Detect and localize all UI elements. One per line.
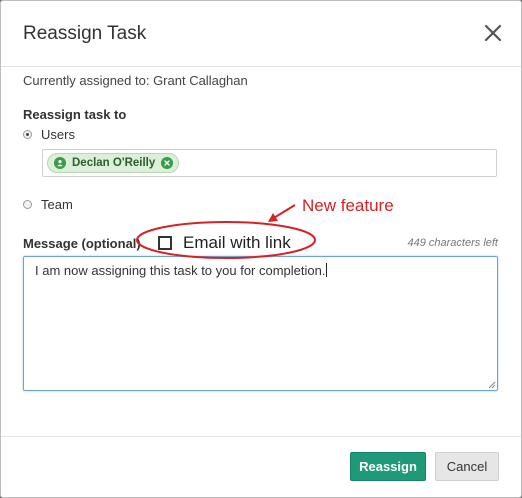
user-select-input[interactable]: Declan O'Reilly (42, 149, 497, 177)
text-caret (326, 263, 328, 277)
selected-user-tag: Declan O'Reilly (47, 153, 180, 173)
reassign-task-dialog: Reassign Task Currently assigned to: Gra… (0, 0, 522, 498)
users-radio-label: Users (41, 127, 75, 142)
radio-team[interactable]: Team (23, 197, 73, 212)
remove-user-icon[interactable] (161, 157, 174, 169)
reassign-button[interactable]: Reassign (350, 452, 426, 481)
message-text-wrapper: I am now assigning this task to you for … (35, 263, 328, 278)
dialog-footer: Reassign Cancel (1, 436, 521, 498)
cancel-button[interactable]: Cancel (435, 452, 499, 481)
characters-left: 449 characters left (407, 237, 499, 249)
new-feature-annotation: New feature (302, 196, 394, 215)
message-textarea[interactable]: I am now assigning this task to you for … (23, 256, 498, 391)
reassign-to-label: Reassign task to (23, 107, 127, 122)
current-assignee: Currently assigned to: Grant Callaghan (23, 73, 248, 88)
team-radio-label: Team (41, 197, 73, 212)
dialog-header: Reassign Task (1, 1, 521, 67)
close-button[interactable] (481, 21, 505, 45)
selected-user-name: Declan O'Reilly (72, 157, 156, 169)
radio-users[interactable]: Users (23, 127, 75, 142)
users-radio-button[interactable] (23, 130, 32, 139)
message-text: I am now assigning this task to you for … (35, 263, 326, 278)
email-with-link-checkbox[interactable] (158, 236, 172, 250)
close-icon (484, 24, 502, 42)
resize-grip-icon[interactable] (488, 381, 496, 389)
message-label: Message (optional) (23, 236, 141, 251)
team-radio-button[interactable] (23, 200, 32, 209)
email-with-link-option[interactable]: Email with link (158, 233, 291, 253)
email-with-link-label: Email with link (183, 233, 291, 252)
user-icon (54, 157, 66, 169)
dialog-title: Reassign Task (23, 23, 147, 44)
